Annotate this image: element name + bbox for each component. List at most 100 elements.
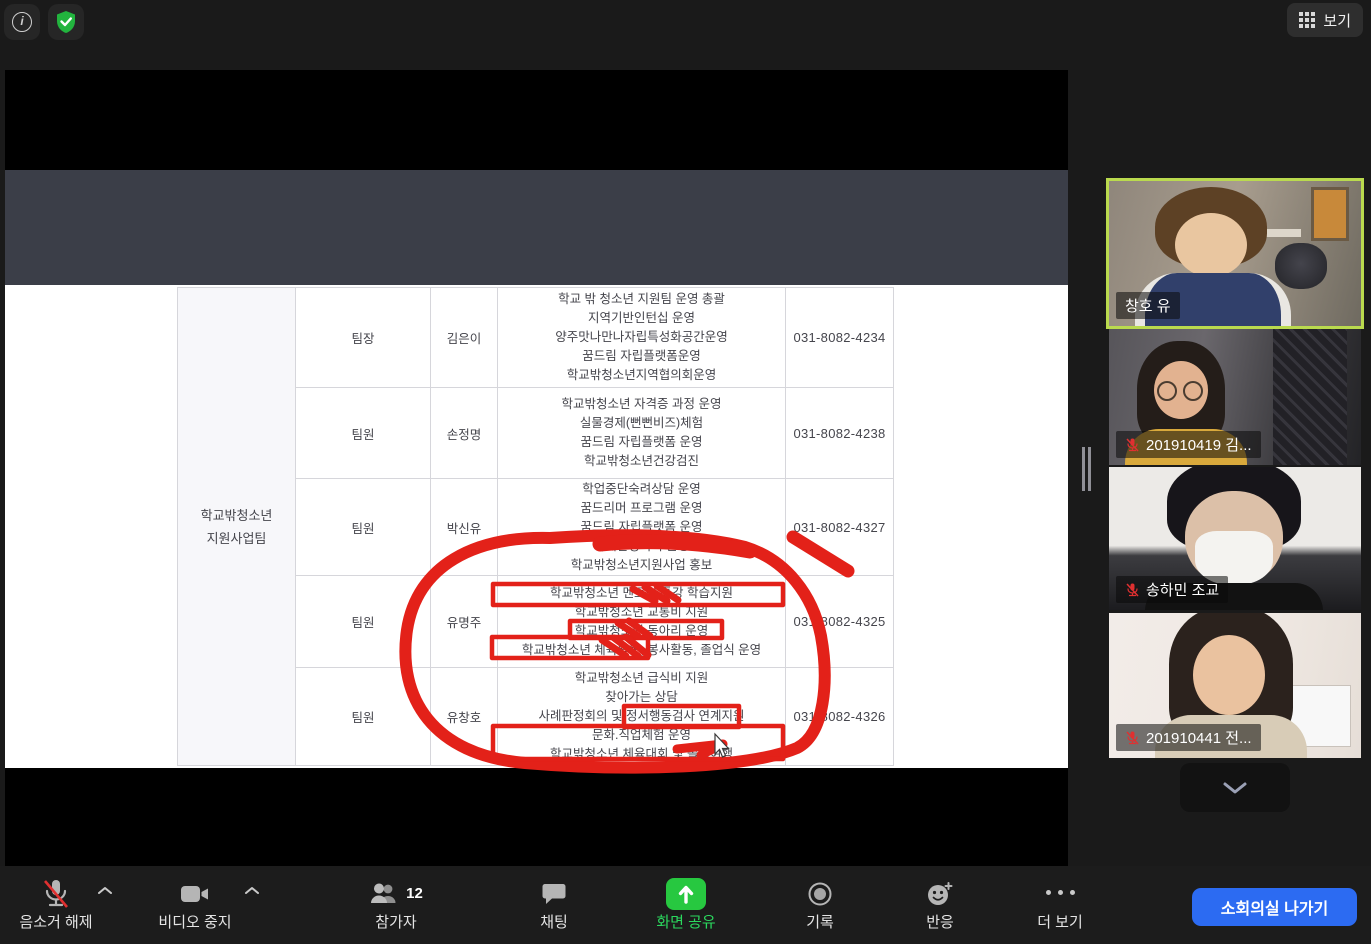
duty-line: 문화.직업체험 운영 <box>592 726 691 745</box>
muted-mic-icon <box>1125 730 1140 746</box>
duty-line: 학교밖청소년 자격증 과정 운영 <box>562 395 722 414</box>
participants-label: 참가자 <box>375 911 416 932</box>
duty-line: 꿈드리머 프로그램 운영 <box>581 499 703 518</box>
glasses <box>1157 381 1177 401</box>
participant-name-tag: 창호 유 <box>1116 292 1180 319</box>
glasses <box>1183 381 1203 401</box>
video-options-chevron-icon[interactable] <box>244 886 260 895</box>
security-shield-icon <box>55 10 77 34</box>
duty-line: 꿈드림 자립플랫폼 운영 <box>581 518 703 537</box>
participant-name: 송하민 조교 <box>1146 579 1219 600</box>
duty-line: 꿈드림 자립플랫폼 운영 <box>581 433 703 452</box>
more-button[interactable]: 더 보기 <box>1010 872 1110 938</box>
team-table: 학교밖청소년 지원사업팀 팀장 김은이 학교 밖 청소년 지원팀 운영 총괄 지… <box>177 287 894 766</box>
shared-screen: 학교밖청소년지원사업팀 소개 학교밖청소년 지원사업팀 팀장 김은이 학교 밖 … <box>5 70 1068 866</box>
share-screen-button[interactable]: 화면 공유 <box>636 872 736 938</box>
stop-video-button[interactable]: 비디오 중지 <box>145 872 245 938</box>
reactions-button[interactable]: 반응 <box>890 872 990 938</box>
view-button-label: 보기 <box>1323 10 1351 31</box>
table-cell-role: 팀원 <box>296 479 431 576</box>
table-cell-duties: 학교밖청소년 급식비 지원 찾아가는 상담 사례판정회의 및 정서행동검사 연계… <box>498 668 786 766</box>
duty-line: 학교밖청소년건강검진 <box>584 452 699 471</box>
participant-name: 201910419 김... <box>1146 434 1252 455</box>
duty-line: 학교밖청소년 체육활동, 봉사활동, 졸업식 운영 <box>522 641 761 660</box>
table-cell-role: 팀원 <box>296 576 431 668</box>
top-bar: i 보기 <box>0 0 1371 44</box>
share-screen-icon <box>666 878 706 910</box>
stop-video-label: 비디오 중지 <box>158 911 231 932</box>
duty-line: 학교밖청소년 교통비 지원 <box>575 603 708 622</box>
group-name-line2: 지원사업팀 <box>207 527 267 550</box>
participant-name-tag: 201910419 김... <box>1116 431 1261 458</box>
muted-mic-icon <box>1125 582 1140 598</box>
duty-line: 양주맛나만나자립특성화공간운영 <box>555 328 728 347</box>
table-cell-duties: 학업중단숙려상담 운영 꿈드리머 프로그램 운영 꿈드림 자립플랫폼 운영 사례… <box>498 479 786 576</box>
duty-line: 학업중단숙려상담 운영 <box>582 480 700 499</box>
group-name-line1: 학교밖청소년 <box>201 504 273 527</box>
wall-frame <box>1311 187 1349 241</box>
record-button[interactable]: 기록 <box>770 872 870 938</box>
speaker-device <box>1275 243 1327 289</box>
meeting-toolbar: 음소거 해제 비디오 중지 <box>0 866 1371 944</box>
duty-line: 찾아가는 상담 <box>605 688 677 707</box>
hanging-jacket <box>1273 329 1347 465</box>
reactions-label: 반응 <box>926 911 954 932</box>
record-label: 기록 <box>806 911 834 932</box>
duty-line: 학교밖청소년 멘토링 특강 학습지원 <box>550 584 733 603</box>
panel-resize-handle[interactable] <box>1081 447 1092 491</box>
participant-name-tag: 송하민 조교 <box>1116 576 1228 603</box>
info-icon: i <box>12 12 32 32</box>
participant-name-tag: 201910441 전... <box>1116 724 1261 751</box>
duty-line: 지역기반인턴십 운영 <box>588 309 695 328</box>
unmute-button[interactable]: 음소거 해제 <box>6 872 106 938</box>
share-screen-label: 화면 공유 <box>656 911 715 932</box>
duty-line: 학교밖청소년 체육대회 및 졸업여행 <box>550 745 733 764</box>
duty-line: 학교밖청소년지원사업 홍보 <box>571 556 712 575</box>
participants-icon <box>369 882 401 905</box>
table-cell-name: 김은이 <box>431 288 498 388</box>
muted-mic-icon <box>1125 437 1140 453</box>
table-cell-phone: 031-8082-4234 <box>786 288 894 388</box>
leave-breakout-room-button[interactable]: 소회의실 나가기 <box>1192 888 1357 926</box>
participants-button[interactable]: 12 참가자 <box>346 872 446 938</box>
duty-line: 학교밖청소년 급식비 지원 <box>575 669 708 688</box>
table-cell-role: 팀원 <box>296 388 431 479</box>
more-dots-icon <box>1046 876 1075 908</box>
table-cell-duties: 학교밖청소년 자격증 과정 운영 실물경제(뻔뻔비즈)체험 꿈드림 자립플랫폼 … <box>498 388 786 479</box>
unmute-label: 음소거 해제 <box>19 911 92 932</box>
participant-video-2[interactable]: 201910419 김... <box>1109 329 1361 465</box>
table-cell-phone: 031-8082-4325 <box>786 576 894 668</box>
duty-line: 학교밖청소년지역협의회운영 <box>567 366 717 385</box>
table-group-cell: 학교밖청소년 지원사업팀 <box>178 288 296 766</box>
participant-video-1[interactable]: 창호 유 <box>1109 181 1361 326</box>
participant-video-4[interactable]: 201910441 전... <box>1109 613 1361 758</box>
mic-options-chevron-icon[interactable] <box>97 886 113 895</box>
duty-line: 학교밖청소년 동아리 운영 <box>575 622 708 641</box>
chat-bubble-icon <box>542 883 566 905</box>
table-cell-duties: 학교밖청소년 멘토링 특강 학습지원 학교밖청소년 교통비 지원 학교밖청소년 … <box>498 576 786 668</box>
table-cell-name: 손정명 <box>431 388 498 479</box>
view-button[interactable]: 보기 <box>1287 3 1363 37</box>
table-cell-phone: 031-8082-4327 <box>786 479 894 576</box>
slide-content: 학교밖청소년 지원사업팀 팀장 김은이 학교 밖 청소년 지원팀 운영 총괄 지… <box>5 285 1068 768</box>
table-cell-role: 팀원 <box>296 668 431 766</box>
meeting-info-button[interactable]: i <box>4 4 40 40</box>
reactions-smiley-icon <box>926 881 954 907</box>
duty-line: 학교 밖 청소년 지원팀 운영 총괄 <box>558 290 725 309</box>
grid-view-icon <box>1299 12 1315 28</box>
collapse-thumbnails-button[interactable] <box>1180 763 1290 812</box>
table-cell-duties: 학교 밖 청소년 지원팀 운영 총괄 지역기반인턴십 운영 양주맛나만나자립특성… <box>498 288 786 388</box>
table-cell-role: 팀장 <box>296 288 431 388</box>
duty-line: 사례판정회의 운영 <box>594 537 689 556</box>
chat-button[interactable]: 채팅 <box>504 872 604 938</box>
more-label: 더 보기 <box>1037 911 1083 932</box>
record-icon <box>807 881 833 907</box>
chat-label: 채팅 <box>540 911 568 932</box>
table-cell-phone: 031-8082-4326 <box>786 668 894 766</box>
table-cell-phone: 031-8082-4238 <box>786 388 894 479</box>
participant-video-3[interactable]: 송하민 조교 <box>1109 467 1361 610</box>
participant-name: 창호 유 <box>1125 295 1171 316</box>
security-button[interactable] <box>48 4 84 40</box>
table-cell-name: 유명주 <box>431 576 498 668</box>
camera-icon <box>180 884 210 904</box>
